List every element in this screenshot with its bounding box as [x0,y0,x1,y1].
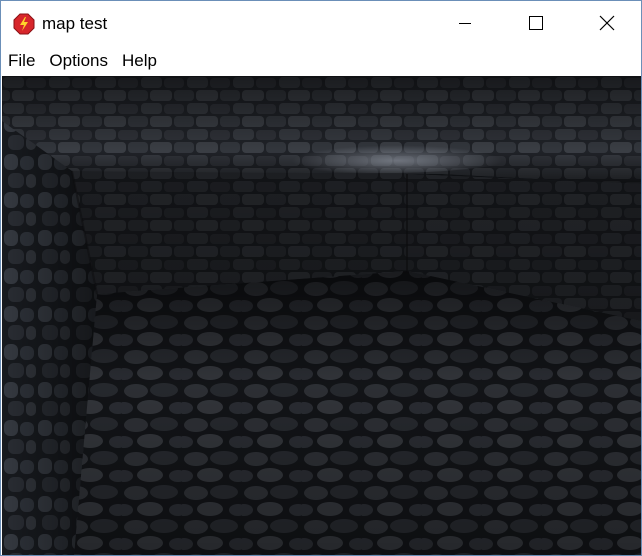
close-button[interactable] [584,1,630,45]
menu-help[interactable]: Help [115,45,164,76]
title-bar[interactable]: map test [1,1,641,45]
stone-room-scene [2,76,641,555]
minimize-button[interactable] [442,1,488,45]
menu-bar: File Options Help [1,45,641,76]
menu-options[interactable]: Options [42,45,115,76]
app-icon[interactable] [13,13,35,35]
maximize-icon [529,16,543,30]
game-viewport[interactable] [2,76,641,555]
window-title: map test [42,14,108,33]
maximize-button[interactable] [513,1,559,45]
close-icon [599,15,615,31]
minimize-icon [459,23,471,24]
menu-file[interactable]: File [1,45,42,76]
app-window: map test File Options Help [0,0,642,556]
